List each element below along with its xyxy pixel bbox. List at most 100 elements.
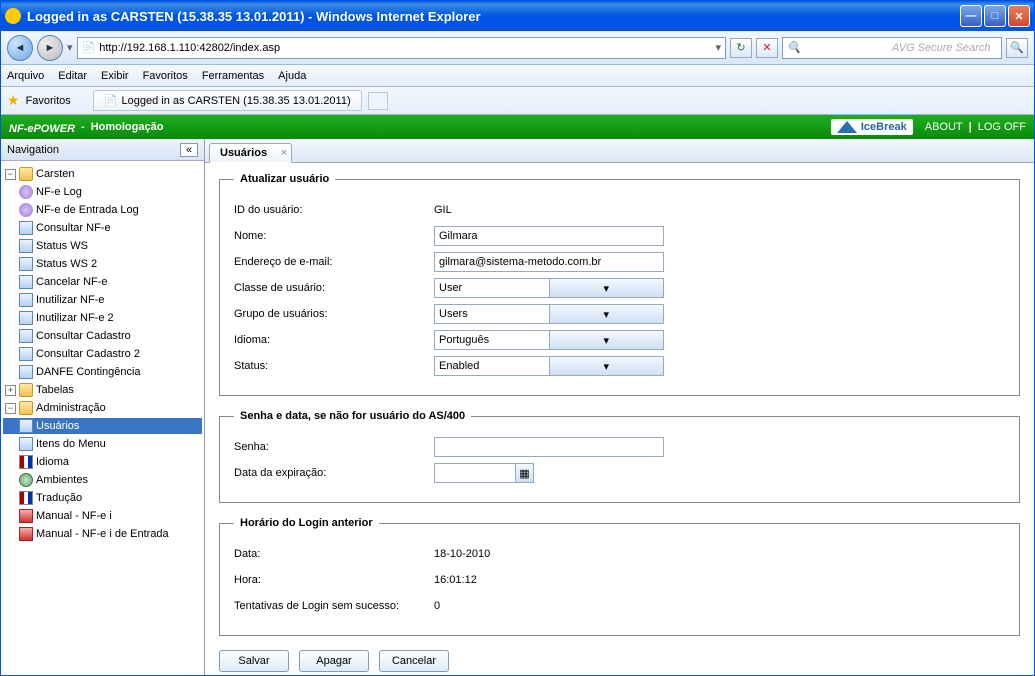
- tree-item-nfe-entrada-log[interactable]: NF-e de Entrada Log: [3, 202, 202, 218]
- nav-tree: −Carsten NF-e Log NF-e de Entrada Log Co…: [1, 161, 204, 675]
- value-data: 18-10-2010: [434, 548, 490, 560]
- nav-dropdown-icon[interactable]: ▾: [67, 41, 73, 54]
- refresh-button[interactable]: ↻: [730, 38, 752, 58]
- button-row: Salvar Apagar Cancelar: [219, 650, 1020, 672]
- tab-close-icon[interactable]: ×: [281, 147, 287, 159]
- ie-icon: [5, 8, 21, 24]
- tree-item-danfe-contingencia[interactable]: DANFE Contingência: [3, 364, 202, 380]
- legend-atualizar: Atualizar usuário: [234, 173, 335, 185]
- menu-arquivo[interactable]: Arquivo: [7, 70, 44, 82]
- collapse-sidebar-button[interactable]: «: [180, 143, 198, 157]
- apagar-button[interactable]: Apagar: [299, 650, 369, 672]
- select-classe[interactable]: User▾: [434, 278, 664, 298]
- label-data-exp: Data da expiração:: [234, 467, 434, 479]
- legend-senha: Senha e data, se não for usuário do AS/4…: [234, 410, 471, 422]
- label-status: Status:: [234, 360, 434, 372]
- tree-item-nfe-log[interactable]: NF-e Log: [3, 184, 202, 200]
- menu-editar[interactable]: Editar: [58, 70, 87, 82]
- content-area: Usuários × Atualizar usuário ID do usuár…: [205, 139, 1034, 675]
- tree-item-inutilizar-nfe[interactable]: Inutilizar NF-e: [3, 292, 202, 308]
- tree-item-traducao[interactable]: Tradução: [3, 490, 202, 506]
- menu-ajuda[interactable]: Ajuda: [278, 70, 306, 82]
- select-grupo[interactable]: Users▾: [434, 304, 664, 324]
- menu-favoritos[interactable]: Favoritos: [143, 70, 188, 82]
- page-icon: [19, 347, 33, 361]
- select-idioma[interactable]: Português▾: [434, 330, 664, 350]
- menu-exibir[interactable]: Exibir: [101, 70, 129, 82]
- tree-item-idioma[interactable]: Idioma: [3, 454, 202, 470]
- cancelar-button[interactable]: Cancelar: [379, 650, 449, 672]
- tree-item-status-ws[interactable]: Status WS: [3, 238, 202, 254]
- window-titlebar: Logged in as CARSTEN (15.38.35 13.01.201…: [1, 1, 1034, 31]
- form-wrapper: Atualizar usuário ID do usuário:GIL Nome…: [205, 163, 1034, 675]
- label-senha: Senha:: [234, 441, 434, 453]
- tree-item-ambientes[interactable]: Ambientes: [3, 472, 202, 488]
- folder-icon: [19, 383, 33, 397]
- chevron-down-icon[interactable]: ▾: [549, 357, 664, 375]
- app-brand: NF-ePOWER: [9, 119, 75, 135]
- input-nome[interactable]: [434, 226, 664, 246]
- salvar-button[interactable]: Salvar: [219, 650, 289, 672]
- tab-page-icon: 📄: [104, 94, 118, 107]
- fieldset-atualizar-usuario: Atualizar usuário ID do usuário:GIL Nome…: [219, 173, 1020, 396]
- logoff-link[interactable]: LOG OFF: [978, 121, 1026, 133]
- page-icon: [19, 293, 33, 307]
- back-button[interactable]: ◄: [7, 35, 33, 61]
- tab-usuarios[interactable]: Usuários ×: [209, 143, 292, 163]
- menu-ferramentas[interactable]: Ferramentas: [202, 70, 264, 82]
- tree-item-status-ws2[interactable]: Status WS 2: [3, 256, 202, 272]
- chevron-down-icon[interactable]: ▾: [549, 331, 664, 349]
- browser-tab-title: Logged in as CARSTEN (15.38.35 13.01.201…: [122, 95, 351, 107]
- search-go-button[interactable]: 🔍: [1006, 38, 1028, 58]
- folder-icon: [19, 401, 33, 415]
- label-email: Endereço de e-mail:: [234, 256, 434, 268]
- search-placeholder: AVG Secure Search: [892, 42, 997, 54]
- tree-item-consultar-cadastro[interactable]: Consultar Cadastro: [3, 328, 202, 344]
- stop-button[interactable]: ✕: [756, 38, 778, 58]
- tree-item-manual-nfe[interactable]: Manual - NF-e i: [3, 508, 202, 524]
- tree-item-consultar-nfe[interactable]: Consultar NF-e: [3, 220, 202, 236]
- input-senha[interactable]: [434, 437, 664, 457]
- tree-item-cancelar-nfe[interactable]: Cancelar NF-e: [3, 274, 202, 290]
- browser-menubar: Arquivo Editar Exibir Favoritos Ferramen…: [1, 65, 1034, 87]
- tree-item-usuarios[interactable]: Usuários: [3, 418, 202, 434]
- label-id-usuario: ID do usuário:: [234, 204, 434, 216]
- page-icon: [19, 275, 33, 289]
- tree-item-manual-nfe-entrada[interactable]: Manual - NF-e i de Entrada: [3, 526, 202, 542]
- browser-tab[interactable]: 📄 Logged in as CARSTEN (15.38.35 13.01.2…: [93, 90, 362, 111]
- page-icon: [19, 257, 33, 271]
- favorites-star-icon[interactable]: ★: [7, 92, 20, 109]
- about-link[interactable]: ABOUT: [925, 121, 963, 133]
- label-classe: Classe de usuário:: [234, 282, 434, 294]
- app-header: NF-ePOWER - Homologação IceBreak ABOUT |…: [1, 115, 1034, 139]
- page-icon: [19, 419, 33, 433]
- new-tab-button[interactable]: [368, 92, 388, 110]
- flag-icon: [19, 491, 33, 505]
- tree-item-inutilizar-nfe2[interactable]: Inutilizar NF-e 2: [3, 310, 202, 326]
- favorites-label[interactable]: Favoritos: [26, 95, 71, 107]
- pdf-icon: [19, 509, 33, 523]
- value-hora: 16:01:12: [434, 574, 477, 586]
- search-bar[interactable]: 🔍 AVG Secure Search: [782, 37, 1002, 59]
- select-status[interactable]: Enabled▾: [434, 356, 664, 376]
- input-data-expiracao[interactable]: ▦: [434, 463, 534, 483]
- chevron-down-icon[interactable]: ▾: [549, 279, 664, 297]
- tab-label: Usuários: [220, 147, 267, 159]
- tree-item-tabelas[interactable]: +Tabelas: [3, 382, 202, 398]
- tree-item-itens-menu[interactable]: Itens do Menu: [3, 436, 202, 452]
- minimize-button[interactable]: —: [960, 5, 982, 27]
- forward-button[interactable]: ►: [37, 35, 63, 61]
- tree-item-consultar-cadastro2[interactable]: Consultar Cadastro 2: [3, 346, 202, 362]
- calendar-icon[interactable]: ▦: [515, 464, 533, 482]
- input-email[interactable]: [434, 252, 664, 272]
- chevron-down-icon[interactable]: ▾: [549, 305, 664, 323]
- close-button[interactable]: ✕: [1008, 5, 1030, 27]
- tree-item-carsten[interactable]: −Carsten: [3, 166, 202, 182]
- fieldset-senha: Senha e data, se não for usuário do AS/4…: [219, 410, 1020, 503]
- address-bar[interactable]: 📄 ▾: [77, 37, 726, 59]
- maximize-button[interactable]: □: [984, 5, 1006, 27]
- tree-item-administracao[interactable]: −Administração: [3, 400, 202, 416]
- label-hora: Hora:: [234, 574, 434, 586]
- url-dropdown-icon[interactable]: ▾: [715, 41, 721, 54]
- url-input[interactable]: [99, 42, 711, 54]
